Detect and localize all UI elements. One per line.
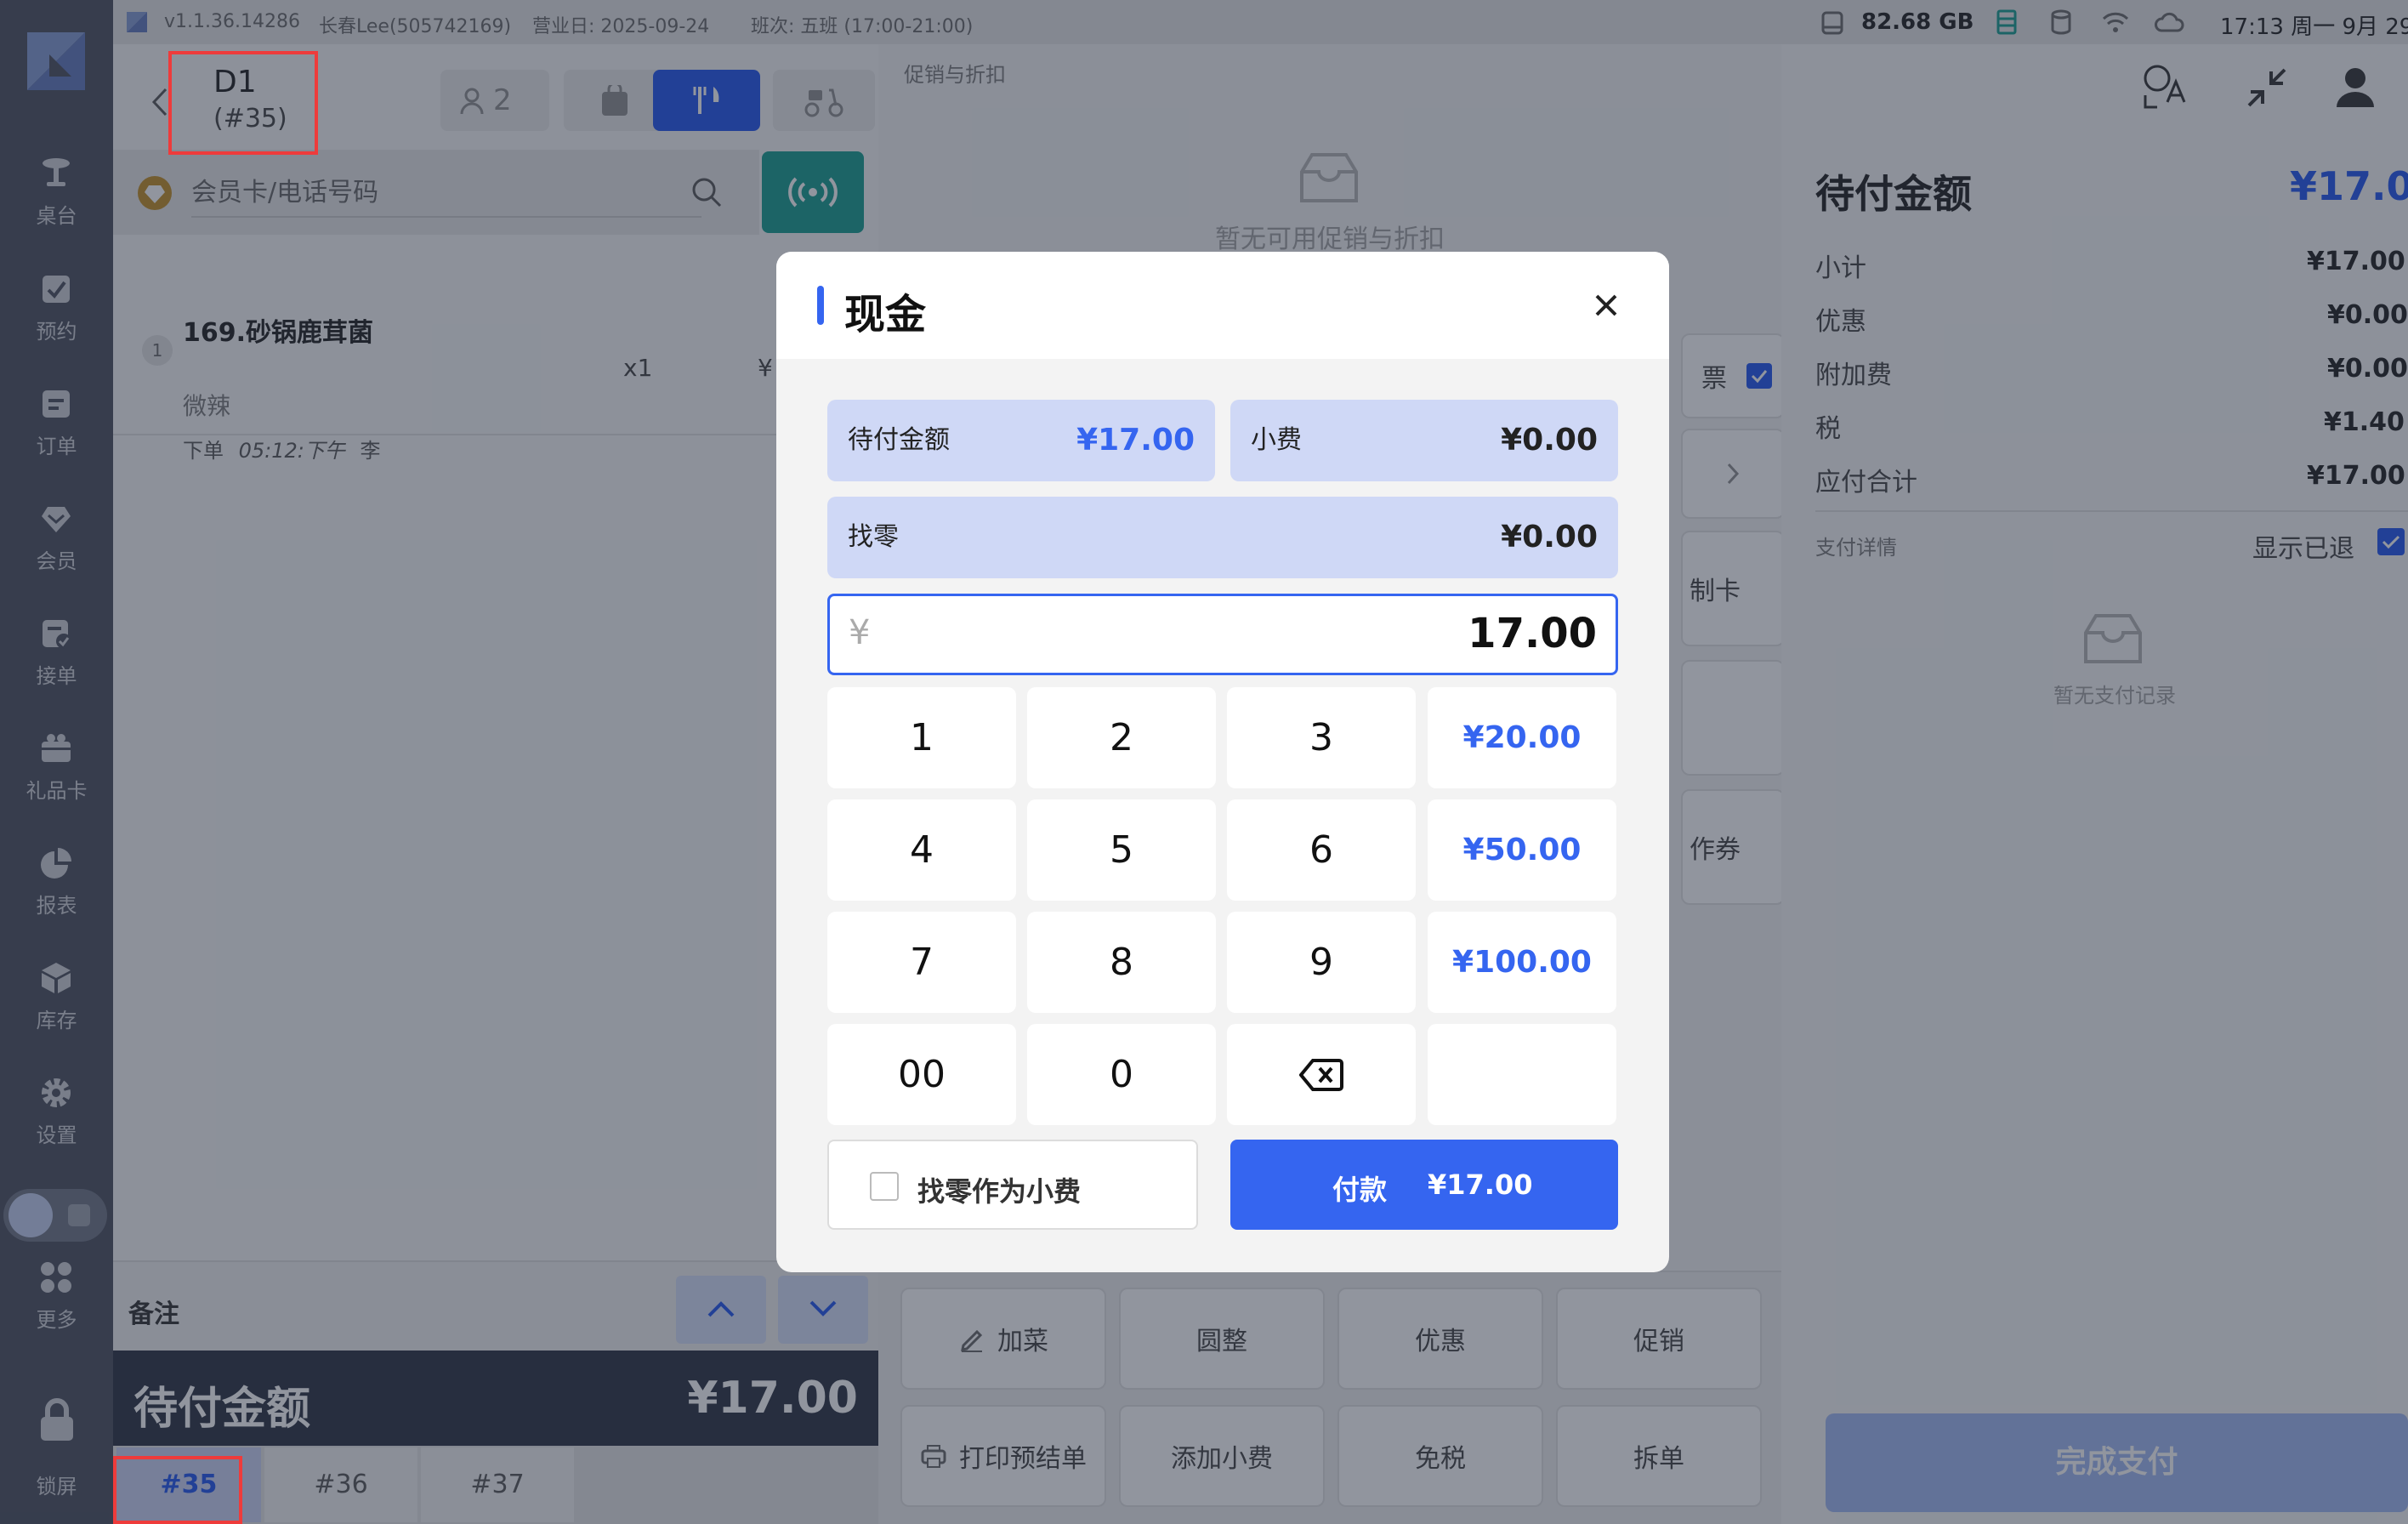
pay-label: 付款 <box>1332 1174 1388 1206</box>
backspace-key[interactable] <box>1227 1024 1416 1125</box>
key-1[interactable]: 1 <box>827 687 1016 788</box>
modal-title-accent <box>817 286 824 325</box>
key-8[interactable]: 8 <box>1027 912 1216 1013</box>
change-as-tip-option[interactable]: 找零作为小费 <box>827 1140 1198 1230</box>
modal-tip-label: 小费 <box>1251 425 1302 455</box>
key-7[interactable]: 7 <box>827 912 1016 1013</box>
quick-amount-100[interactable]: ¥100.00 <box>1428 912 1616 1013</box>
key-00[interactable]: 00 <box>827 1024 1016 1125</box>
amount-input[interactable]: ¥ 17.00 <box>827 594 1618 675</box>
pay-button[interactable]: 付款 ¥17.00 <box>1230 1140 1618 1230</box>
key-2[interactable]: 2 <box>1027 687 1216 788</box>
change-as-tip-checkbox[interactable] <box>870 1172 899 1201</box>
modal-tip-box: 小费 ¥0.00 <box>1230 400 1618 481</box>
quick-amount-20[interactable]: ¥20.00 <box>1428 687 1616 788</box>
modal-due-box: 待付金额 ¥17.00 <box>827 400 1215 481</box>
close-icon[interactable] <box>1593 293 1619 318</box>
highlight-box-table <box>168 51 318 155</box>
key-3[interactable]: 3 <box>1227 687 1416 788</box>
modal-header: 现金 <box>776 252 1669 359</box>
key-4[interactable]: 4 <box>827 799 1016 901</box>
key-6[interactable]: 6 <box>1227 799 1416 901</box>
modal-due-value: ¥17.00 <box>1076 423 1195 458</box>
currency-symbol: ¥ <box>849 613 871 652</box>
modal-change-box: 找零 ¥0.00 <box>827 497 1618 578</box>
modal-due-label: 待付金额 <box>848 425 950 455</box>
highlight-box-check-tab <box>113 1456 242 1524</box>
key-9[interactable]: 9 <box>1227 912 1416 1013</box>
key-0[interactable]: 0 <box>1027 1024 1216 1125</box>
modal-title: 现金 <box>844 291 927 338</box>
pay-amount: ¥17.00 <box>1428 1169 1533 1201</box>
empty-key <box>1428 1024 1616 1125</box>
key-5[interactable]: 5 <box>1027 799 1216 901</box>
modal-change-value: ¥0.00 <box>1501 520 1598 554</box>
amount-value: 17.00 <box>1468 610 1597 657</box>
backspace-icon <box>1299 1058 1343 1091</box>
quick-amount-50[interactable]: ¥50.00 <box>1428 799 1616 901</box>
cash-payment-modal: 现金 待付金额 ¥17.00 小费 ¥0.00 找零 ¥0.00 ¥ 17.00… <box>776 252 1669 1272</box>
modal-tip-value: ¥0.00 <box>1501 423 1598 458</box>
change-as-tip-label: 找零作为小费 <box>917 1175 1082 1208</box>
modal-change-label: 找零 <box>848 522 899 552</box>
